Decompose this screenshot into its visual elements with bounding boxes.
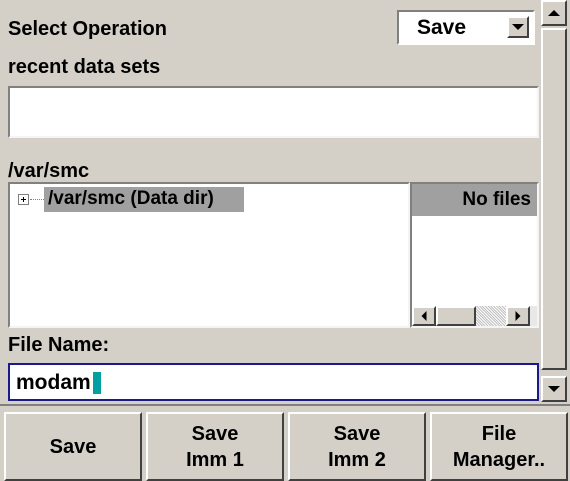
- plus-box-icon[interactable]: [18, 194, 29, 205]
- arrow-up-icon[interactable]: [541, 0, 567, 26]
- file-manager-button[interactable]: File Manager..: [430, 412, 568, 481]
- vertical-scroll-thumb[interactable]: [541, 28, 567, 370]
- current-path-label: /var/smc: [8, 160, 90, 182]
- arrow-right-icon[interactable]: [506, 306, 530, 326]
- operation-select-value: Save: [417, 16, 467, 39]
- tree-connector: [30, 199, 44, 200]
- scroll-track[interactable]: [476, 306, 506, 326]
- file-list[interactable]: No files: [410, 182, 539, 328]
- file-name-input[interactable]: modam: [8, 363, 539, 401]
- arrow-left-icon[interactable]: [412, 306, 436, 326]
- softkey-bar: Save Save Imm 1 Save Imm 2 File Manager.…: [0, 404, 570, 481]
- save-button[interactable]: Save: [4, 412, 142, 481]
- vertical-scrollbar[interactable]: [541, 0, 567, 404]
- select-operation-label: Select Operation: [8, 18, 167, 40]
- file-name-label: File Name:: [8, 334, 110, 356]
- save-imm-2-button[interactable]: Save Imm 2: [288, 412, 426, 481]
- save-imm-1-button[interactable]: Save Imm 1: [146, 412, 284, 481]
- file-list-header: No files: [412, 184, 537, 216]
- tree-node-data-dir[interactable]: /var/smc (Data dir): [18, 187, 244, 212]
- save-dialog: Select Operation Save recent data sets /…: [0, 0, 570, 481]
- recent-data-sets-label: recent data sets: [8, 56, 161, 78]
- file-list-horizontal-scrollbar[interactable]: [412, 306, 537, 326]
- tree-node-label: /var/smc (Data dir): [44, 187, 244, 212]
- arrow-down-icon[interactable]: [541, 376, 567, 402]
- operation-select[interactable]: Save: [397, 10, 535, 45]
- chevron-down-icon[interactable]: [507, 16, 529, 38]
- file-name-value: modam: [16, 371, 91, 394]
- file-select-panel: Select Operation Save recent data sets /…: [0, 0, 570, 404]
- text-cursor: [92, 372, 101, 394]
- scroll-thumb[interactable]: [436, 306, 476, 326]
- recent-data-sets-field[interactable]: [8, 86, 539, 138]
